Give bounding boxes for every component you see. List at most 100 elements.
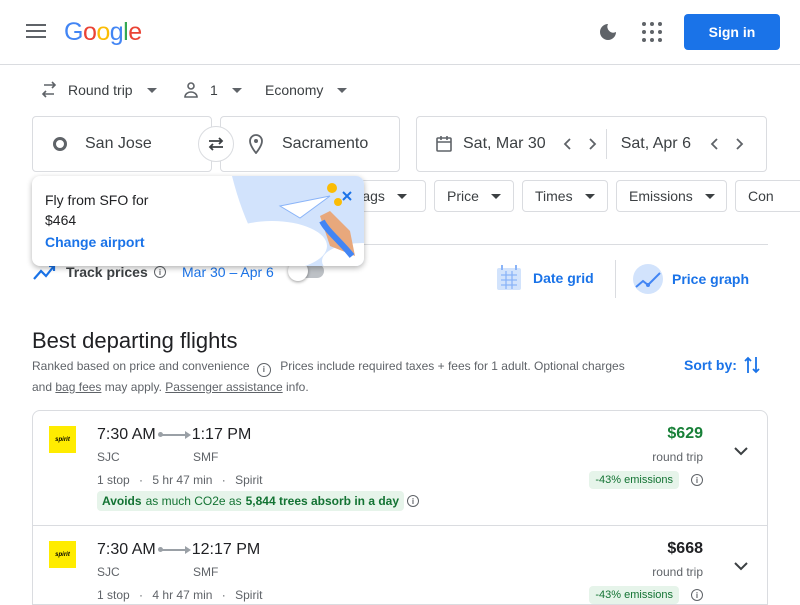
trip-type-label: Round trip [68,82,133,98]
info-icon[interactable]: i [691,589,703,601]
swap-arrows-icon [41,81,57,98]
cabin-class-label: Economy [265,82,324,98]
google-logo[interactable]: Google [64,18,142,47]
chevron-down-icon [337,87,348,93]
track-prices-label: Track prices [66,264,148,280]
passenger-assistance-link[interactable]: Passenger assistance [165,380,282,394]
main-menu-icon[interactable] [26,24,46,40]
eco-avoids: Avoids [102,494,142,508]
flight-details: 1 stop · 5 hr 47 min · Spirit [97,473,263,487]
chevron-down-icon [584,193,595,199]
dark-mode-icon[interactable] [598,22,618,42]
chevron-down-icon [396,193,407,199]
flight-arrow-icon [157,546,191,554]
sort-by-button[interactable]: Sort by: [684,355,761,375]
filter-label: Times [535,188,573,204]
origin-code: SJC [97,565,120,579]
ranked-text: Ranked based on price and convenience [32,359,250,373]
origin-value: San Jose [85,135,152,152]
flight-times: 7:30 AM 12:17 PM [97,541,260,559]
results-title: Best departing flights [32,328,238,353]
origin-field[interactable]: San Jose [32,116,212,172]
track-prices-toggle[interactable] [288,261,324,281]
chevron-down-icon [704,193,715,199]
price-graph-icon [633,264,663,294]
filter-price-chip[interactable]: Price [434,180,514,212]
origin-code: SJC [97,450,120,464]
sort-icon [744,356,760,374]
info-icon[interactable]: i [691,474,703,486]
top-app-bar: Google Sign in [0,0,800,65]
spirit-airline-logo: spirit [49,426,76,453]
expand-chevron-icon[interactable] [731,441,751,461]
close-icon[interactable] [340,189,354,203]
info-text: info. [286,380,309,394]
flight-price: $629 [667,425,703,442]
swap-icon [208,137,224,151]
chevron-right-icon[interactable] [586,137,598,151]
info-icon[interactable]: i [256,363,271,377]
person-icon [184,82,198,98]
stops: 1 stop [97,473,130,487]
origin-circle-icon [53,137,67,151]
date-divider [605,129,607,159]
chevron-down-icon [146,87,157,93]
flight-result-row[interactable]: spirit 7:30 AM 1:17 PM SJC SMF 1 stop · … [32,410,768,526]
flight-price: $668 [667,540,703,557]
and-text: and [32,380,53,394]
chevron-left-icon[interactable] [562,137,574,151]
return-date[interactable]: Sat, Apr 6 [621,135,691,153]
emissions-badge: -43% emissions [589,586,679,604]
change-airport-link[interactable]: Change airport [45,234,145,250]
flight-arrow-icon [157,431,191,439]
trip-type-select[interactable]: Round trip [40,78,157,102]
departure-time: 7:30 AM [97,541,156,558]
destination-value: Sacramento [282,135,369,152]
filter-label: Con [748,188,774,204]
eco-trees: 5,844 trees absorb in a day [245,494,400,508]
swap-origin-destination-button[interactable] [198,126,234,162]
info-icon[interactable]: i [407,495,419,507]
popup-price: $464 [45,212,77,228]
price-type: round trip [652,450,703,464]
filter-connecting-airports-chip[interactable]: Con [735,180,800,212]
calendar-icon [436,136,452,152]
eco-mid-text: as much CO2e as [145,494,242,508]
prices-note: Prices include required taxes + fees for… [280,359,625,373]
passengers-select[interactable]: 1 [182,78,242,102]
departure-time: 7:30 AM [97,426,156,443]
view-divider [615,260,616,298]
chevron-down-icon [490,193,501,199]
bag-fees-link[interactable]: bag fees [55,380,101,394]
spirit-airline-logo: spirit [49,541,76,568]
arrival-time: 1:17 PM [191,426,252,443]
tracked-dates: Mar 30 – Apr 6 [182,264,274,280]
chevron-down-icon [231,87,242,93]
chevron-left-icon[interactable] [709,137,721,151]
filter-times-chip[interactable]: Times [522,180,608,212]
flight-times: 7:30 AM 1:17 PM [97,426,251,444]
price-type: round trip [652,565,703,579]
arrival-time: 12:17 PM [191,541,261,558]
eco-highlight-badge: Avoids as much CO2e as 5,844 trees absor… [97,491,405,511]
google-apps-icon[interactable] [642,22,662,42]
emissions-badge: -43% emissions [589,471,679,489]
filter-label: Emissions [629,188,693,204]
flight-result-row[interactable]: spirit 7:30 AM 12:17 PM SJC SMF 1 stop ·… [32,525,768,605]
cabin-class-select[interactable]: Economy [265,78,348,102]
price-graph-label: Price graph [672,271,750,287]
date-grid-label: Date grid [533,270,594,286]
chevron-right-icon[interactable] [733,137,745,151]
info-icon[interactable]: i [154,266,166,278]
location-pin-icon [249,134,263,154]
date-grid-button[interactable]: Date grid [496,264,594,292]
filter-emissions-chip[interactable]: Emissions [616,180,727,212]
price-graph-button[interactable]: Price graph [632,263,749,295]
destination-code: SMF [193,450,219,464]
departure-date[interactable]: Sat, Mar 30 [463,135,546,153]
destination-field[interactable]: Sacramento [220,116,400,172]
expand-chevron-icon[interactable] [731,556,751,576]
sign-in-button[interactable]: Sign in [684,14,780,50]
date-grid-icon [497,265,521,290]
popup-text-line1: Fly from SFO for [45,192,149,208]
